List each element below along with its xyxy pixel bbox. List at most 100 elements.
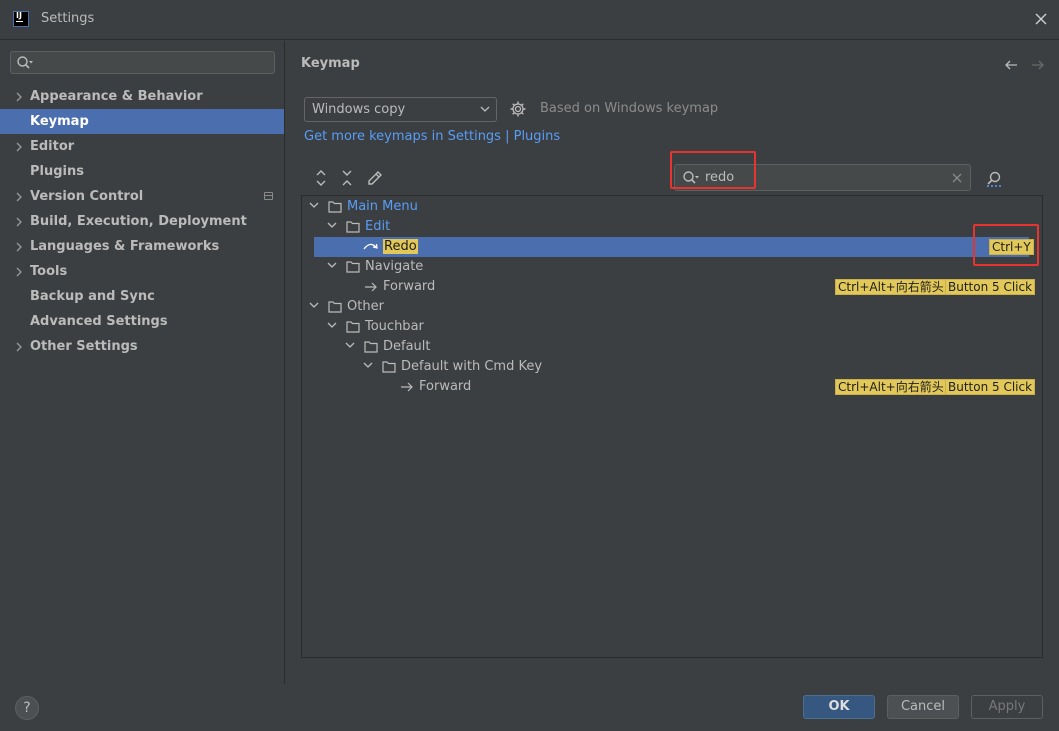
gear-icon[interactable]	[509, 100, 527, 118]
shortcut-badge: Button 5 Click	[945, 379, 1036, 395]
app-icon-text: IJ	[16, 11, 23, 22]
search-match-highlight: Redo	[383, 239, 418, 254]
chevron-down-icon	[480, 106, 490, 113]
tree-node-label: Edit	[365, 219, 391, 234]
tree-node-label: Navigate	[365, 259, 424, 274]
back-arrow-icon[interactable]	[1003, 57, 1019, 73]
redo-icon	[363, 241, 379, 251]
sidebar-item-editor[interactable]: Editor	[0, 134, 284, 159]
sidebar-item-languages-frameworks[interactable]: Languages & Frameworks	[0, 234, 284, 259]
sidebar-item-label: Editor	[30, 139, 75, 154]
keymap-select-value: Windows copy	[312, 102, 406, 117]
sidebar-item-label: Plugins	[30, 164, 84, 179]
sidebar-item-appearance-behavior[interactable]: Appearance & Behavior	[0, 84, 284, 109]
chevron-down-icon	[327, 262, 337, 270]
arrow-right-icon	[364, 282, 378, 292]
chevron-down-icon	[309, 302, 319, 310]
sidebar-search-input[interactable]	[10, 51, 275, 74]
tree-node-navigate[interactable]: Navigate	[302, 257, 1042, 277]
collapse-all-icon[interactable]	[339, 169, 355, 187]
shortcut-badge: Ctrl+Alt+向右箭头	[835, 379, 947, 395]
tree-node-forward[interactable]: Forward Ctrl+Alt+向右箭头 Button 5 Click	[302, 277, 1042, 297]
tree-node-label: Forward	[419, 379, 472, 394]
shortcut-badge: Button 5 Click	[945, 279, 1036, 295]
folder-icon	[346, 321, 360, 333]
keymap-tree: Main Menu Edit Redo Ctrl+Y Navigate Forw…	[301, 195, 1043, 658]
folder-icon	[346, 261, 360, 273]
keymap-select[interactable]: Windows copy	[304, 97, 497, 122]
chevron-right-icon	[15, 242, 23, 252]
chevron-down-icon	[327, 322, 337, 330]
more-keymaps-link[interactable]: Get more keymaps in Settings | Plugins	[304, 129, 560, 144]
chevron-right-icon	[15, 92, 23, 102]
forward-arrow-icon[interactable]	[1030, 57, 1046, 73]
sidebar-item-backup-sync[interactable]: Backup and Sync	[0, 284, 284, 309]
sidebar-item-label: Appearance & Behavior	[30, 89, 203, 104]
sidebar-item-label: Keymap	[30, 114, 89, 129]
based-on-label: Based on Windows keymap	[540, 101, 719, 116]
tree-node-label: Redo	[383, 237, 418, 257]
chevron-down-icon	[309, 202, 319, 210]
window-title: Settings	[41, 11, 95, 26]
chevron-right-icon	[15, 342, 23, 352]
sidebar-item-version-control[interactable]: Version Control	[0, 184, 284, 209]
chevron-right-icon	[15, 217, 23, 227]
cancel-button[interactable]: Cancel	[887, 695, 959, 719]
title-bar: IJ Settings	[0, 0, 1059, 40]
tree-node-label: Touchbar	[365, 319, 424, 334]
sidebar-item-build-execution-deployment[interactable]: Build, Execution, Deployment	[0, 209, 284, 234]
tree-node-main-menu[interactable]: Main Menu	[302, 197, 1042, 217]
expand-all-icon[interactable]	[313, 169, 329, 187]
ok-button[interactable]: OK	[803, 695, 875, 719]
chevron-right-icon	[15, 192, 23, 202]
tree-node-edit[interactable]: Edit	[302, 217, 1042, 237]
tree-node-forward-touchbar[interactable]: Forward Ctrl+Alt+向右箭头 Button 5 Click	[302, 377, 1042, 397]
sidebar-item-label: Other Settings	[30, 339, 138, 354]
clear-search-icon[interactable]	[951, 172, 963, 184]
apply-button[interactable]: Apply	[971, 695, 1043, 719]
sidebar-item-label: Advanced Settings	[30, 314, 168, 329]
help-button[interactable]: ?	[15, 696, 39, 720]
folder-icon	[364, 341, 378, 353]
sidebar-item-tools[interactable]: Tools	[0, 259, 284, 284]
folder-icon	[328, 201, 342, 213]
search-icon	[16, 55, 34, 71]
tree-node-touchbar[interactable]: Touchbar	[302, 317, 1042, 337]
tree-node-other[interactable]: Other	[302, 297, 1042, 317]
sidebar-item-advanced-settings[interactable]: Advanced Settings	[0, 309, 284, 334]
sidebar-item-label: Languages & Frameworks	[30, 239, 220, 254]
tree-node-label: Default with Cmd Key	[401, 359, 543, 374]
arrow-right-icon	[400, 382, 414, 392]
sidebar-item-other-settings[interactable]: Other Settings	[0, 334, 284, 359]
tree-node-default[interactable]: Default	[302, 337, 1042, 357]
page-title: Keymap	[301, 56, 360, 71]
chevron-right-icon	[15, 142, 23, 152]
sidebar-item-label: Backup and Sync	[30, 289, 155, 304]
tree-node-label: Main Menu	[347, 199, 418, 214]
folder-icon	[382, 361, 396, 373]
find-shortcut-icon[interactable]	[985, 170, 1003, 188]
edit-icon[interactable]	[366, 169, 384, 187]
tree-node-label: Default	[383, 339, 431, 354]
chevron-right-icon	[15, 267, 23, 277]
folder-icon	[328, 301, 342, 313]
tree-node-default-cmd-key[interactable]: Default with Cmd Key	[302, 357, 1042, 377]
settings-sidebar: Appearance & Behavior Keymap Editor Plug…	[0, 41, 285, 684]
close-icon[interactable]	[1030, 8, 1052, 30]
sidebar-item-label: Build, Execution, Deployment	[30, 214, 247, 229]
chevron-down-icon	[363, 362, 373, 370]
chevron-down-icon	[327, 222, 337, 230]
tree-node-label: Other	[347, 299, 384, 314]
folder-icon	[346, 221, 360, 233]
shortcut-badge: Ctrl+Alt+向右箭头	[835, 279, 947, 295]
chevron-down-icon	[345, 342, 355, 350]
app-logo-icon: IJ	[13, 11, 29, 27]
sidebar-item-label: Version Control	[30, 189, 144, 204]
sidebar-item-keymap[interactable]: Keymap	[0, 109, 284, 134]
tree-node-label: Forward	[383, 279, 436, 294]
sidebar-item-plugins[interactable]: Plugins	[0, 159, 284, 184]
annotation-box-search	[670, 151, 756, 189]
tree-node-redo[interactable]: Redo Ctrl+Y	[314, 237, 1034, 257]
project-level-icon	[264, 192, 273, 200]
sidebar-item-label: Tools	[30, 264, 68, 279]
